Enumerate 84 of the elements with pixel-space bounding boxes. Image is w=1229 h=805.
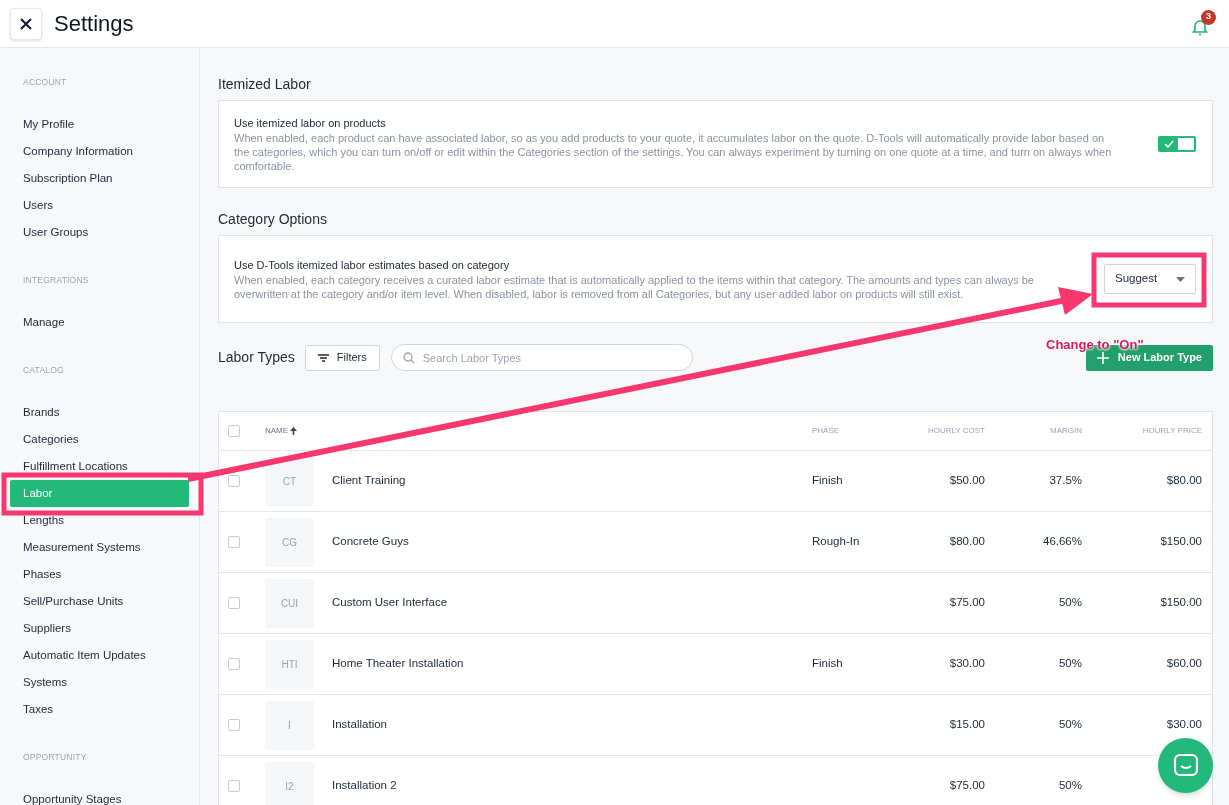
initials-avatar: CT xyxy=(265,456,314,506)
section-heading: OPPORTUNITY xyxy=(22,751,88,764)
search-field[interactable]: Search Labor Types xyxy=(390,344,693,371)
table-cell-text: 50% xyxy=(1057,717,1082,733)
filters-button[interactable]: Filters xyxy=(304,344,380,371)
table-cell-text: $150.00 xyxy=(1159,534,1202,550)
checkbox[interactable] xyxy=(228,658,240,670)
checkbox[interactable] xyxy=(228,597,240,609)
checkbox[interactable] xyxy=(228,719,240,731)
check-icon xyxy=(1164,140,1175,148)
setting-title: Use itemized labor on products xyxy=(234,115,387,131)
initials-avatar: I xyxy=(265,700,314,750)
sidebar-item[interactable]: Categories xyxy=(10,426,189,453)
sidebar-item[interactable]: Suppliers xyxy=(10,615,189,642)
sidebar-item[interactable]: Automatic Item Updates xyxy=(10,642,189,669)
dropdown[interactable]: Suggest xyxy=(1104,264,1196,294)
sort-up-icon xyxy=(290,427,298,435)
table-cell-text: Installation xyxy=(331,717,388,733)
close-icon xyxy=(19,16,33,31)
table-cell-text: 50% xyxy=(1057,656,1082,672)
section-heading: INTEGRATIONS xyxy=(22,274,90,287)
table-cell-text: 37.5% xyxy=(1048,473,1082,489)
page-title: Settings xyxy=(54,10,134,38)
table-cell-text: $50.00 xyxy=(948,473,985,489)
table-cell-text: $75.00 xyxy=(948,595,985,611)
table-cell-text: Home Theater Installation xyxy=(331,656,465,672)
table-cell-text: 50% xyxy=(1057,778,1082,794)
sidebar-item[interactable]: Manage xyxy=(10,309,189,336)
table-cell-text: $30.00 xyxy=(1165,717,1202,733)
column-header[interactable]: NAME xyxy=(265,425,812,437)
plus-icon xyxy=(1096,351,1109,364)
table-cell-text: Custom User Interface xyxy=(331,595,449,611)
sidebar-item[interactable]: Fulfillment Locations xyxy=(10,453,189,480)
sidebar-item[interactable]: Subscription Plan xyxy=(10,165,189,192)
table-cell-text: 46.66% xyxy=(1042,534,1082,550)
bell-icon[interactable] xyxy=(1191,17,1209,36)
table-cell-text: $75.00 xyxy=(948,778,985,794)
notification-badge: 3 xyxy=(1201,9,1216,25)
toggle-switch[interactable] xyxy=(1158,136,1196,152)
sidebar-item[interactable]: Taxes xyxy=(10,696,189,723)
sidebar-item[interactable]: Sell/Purchase Units xyxy=(10,588,189,615)
table-cell-text: Concrete Guys xyxy=(331,534,410,550)
table-cell-text: $80.00 xyxy=(948,534,985,550)
checkbox[interactable] xyxy=(228,536,240,548)
setting-description: When enabled, each category receives a curated labor estimate that is automatically applied to the items within that category. The amounts and types can always be overwritten at the category and/or item level. When disabled, labor is removed from all Categories, but any user added labor on products will still exist. xyxy=(234,273,1035,302)
initials-avatar: HTI xyxy=(265,639,314,689)
sidebar-item[interactable]: My Profile xyxy=(10,111,189,138)
sidebar-item[interactable]: Users xyxy=(10,192,189,219)
caret-icon xyxy=(1176,276,1185,282)
checkbox[interactable] xyxy=(228,425,240,437)
section-title: Labor Types xyxy=(218,348,295,367)
table-cell-text: $30.00 xyxy=(948,656,985,672)
section-heading: CATALOG xyxy=(22,364,65,377)
table-cell-text: $60.00 xyxy=(1165,656,1202,672)
initials-avatar: CUI xyxy=(265,578,314,628)
table-cell-text: 50% xyxy=(1057,595,1082,611)
initials-avatar: CG xyxy=(265,517,314,567)
table-cell-text: $150.00 xyxy=(1159,595,1202,611)
section-title: Itemized Labor xyxy=(218,75,312,92)
table-cell-text: $15.00 xyxy=(948,717,985,733)
filter-icon xyxy=(317,353,329,362)
sidebar-item[interactable]: Systems xyxy=(10,669,189,696)
table-cell-text: Rough-In xyxy=(812,534,861,550)
checkbox[interactable] xyxy=(228,780,240,792)
setting-description: When enabled, each product can have associated labor, so as you add products to your quote, it accumulates labor on the quote. D-Tools will automatically provide labor based on the categories, which you can turn on/off or edit within the Categories section of the settings. You can always experiment by turning on one quote at a time, and turn on always when comfortable. xyxy=(234,131,1113,174)
table-cell-text: Finish xyxy=(812,656,844,672)
table-cell-text: Client Training xyxy=(331,473,407,489)
table-cell-text: Installation 2 xyxy=(331,778,398,794)
sidebar-item[interactable]: Opportunity Stages xyxy=(10,786,189,805)
sidebar-item[interactable]: Brands xyxy=(10,399,189,426)
sidebar-item[interactable]: Company Information xyxy=(10,138,189,165)
checkbox[interactable] xyxy=(228,475,240,487)
sidebar-item[interactable]: Measurement Systems xyxy=(10,534,189,561)
section-title: Category Options xyxy=(218,210,328,227)
sidebar-item[interactable]: Lengths xyxy=(10,507,189,534)
initials-avatar: I2 xyxy=(265,761,314,805)
table-cell-text: $80.00 xyxy=(1165,473,1202,489)
setting-title: Use D-Tools itemized labor estimates based on category xyxy=(234,257,511,273)
sidebar-item[interactable]: Phases xyxy=(10,561,189,588)
table-cell-text: Finish xyxy=(812,473,844,489)
close-button[interactable] xyxy=(10,7,42,40)
chat-icon xyxy=(1172,752,1199,779)
sidebar-item[interactable]: User Groups xyxy=(10,219,189,246)
section-heading: ACCOUNT xyxy=(22,76,68,89)
